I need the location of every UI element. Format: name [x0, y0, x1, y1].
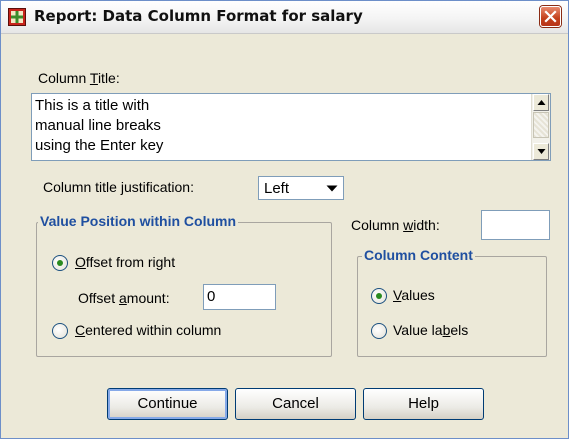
value-position-title: Value Position within Column [38, 213, 239, 229]
offset-from-right-label[interactable]: Offset from right [75, 254, 175, 270]
offset-amount-value: 0 [207, 288, 216, 305]
help-button[interactable]: Help [363, 388, 484, 420]
value-labels-radio[interactable] [371, 323, 387, 339]
continue-button[interactable]: Continue [107, 388, 228, 420]
centered-within-column-label[interactable]: Centered within column [75, 322, 221, 338]
column-width-input[interactable] [481, 210, 550, 240]
column-title-label: Column Title: [38, 70, 120, 86]
cancel-button[interactable]: Cancel [235, 388, 356, 420]
report-dialog: Report: Data Column Format for salary Co… [0, 0, 569, 439]
column-title-line: manual line breaks [35, 117, 161, 134]
close-icon [544, 10, 557, 23]
justification-select[interactable]: Left [258, 176, 344, 200]
title-bar[interactable]: Report: Data Column Format for salary [1, 1, 568, 34]
justification-value: Left [264, 180, 290, 197]
centered-within-column-radio[interactable] [52, 323, 68, 339]
offset-from-right-radio[interactable] [52, 255, 68, 271]
app-icon [8, 8, 26, 26]
column-title-line: using the Enter key [35, 137, 164, 154]
column-content-group [357, 256, 547, 357]
chevron-down-icon [326, 185, 338, 192]
arrow-up-icon [537, 100, 546, 105]
justification-label: Column title justification: [43, 179, 194, 195]
scroll-down-button[interactable] [533, 143, 549, 160]
value-labels-label[interactable]: Value labels [393, 322, 468, 338]
scroll-thumb[interactable] [533, 112, 549, 138]
scroll-up-button[interactable] [533, 94, 549, 111]
column-title-line: This is a title with [35, 97, 150, 114]
arrow-down-icon [537, 149, 546, 154]
column-content-title: Column Content [362, 247, 475, 263]
values-label[interactable]: Values [393, 287, 435, 303]
column-width-label: Column width: [351, 217, 440, 233]
values-radio[interactable] [371, 288, 387, 304]
offset-amount-input[interactable]: 0 [203, 284, 276, 310]
close-button[interactable] [540, 6, 561, 27]
column-title-textarea[interactable]: This is a title with manual line breaks … [31, 93, 551, 161]
dialog-title: Report: Data Column Format for salary [34, 7, 363, 25]
offset-amount-label: Offset amount: [78, 290, 170, 306]
vertical-scrollbar[interactable] [531, 94, 550, 160]
